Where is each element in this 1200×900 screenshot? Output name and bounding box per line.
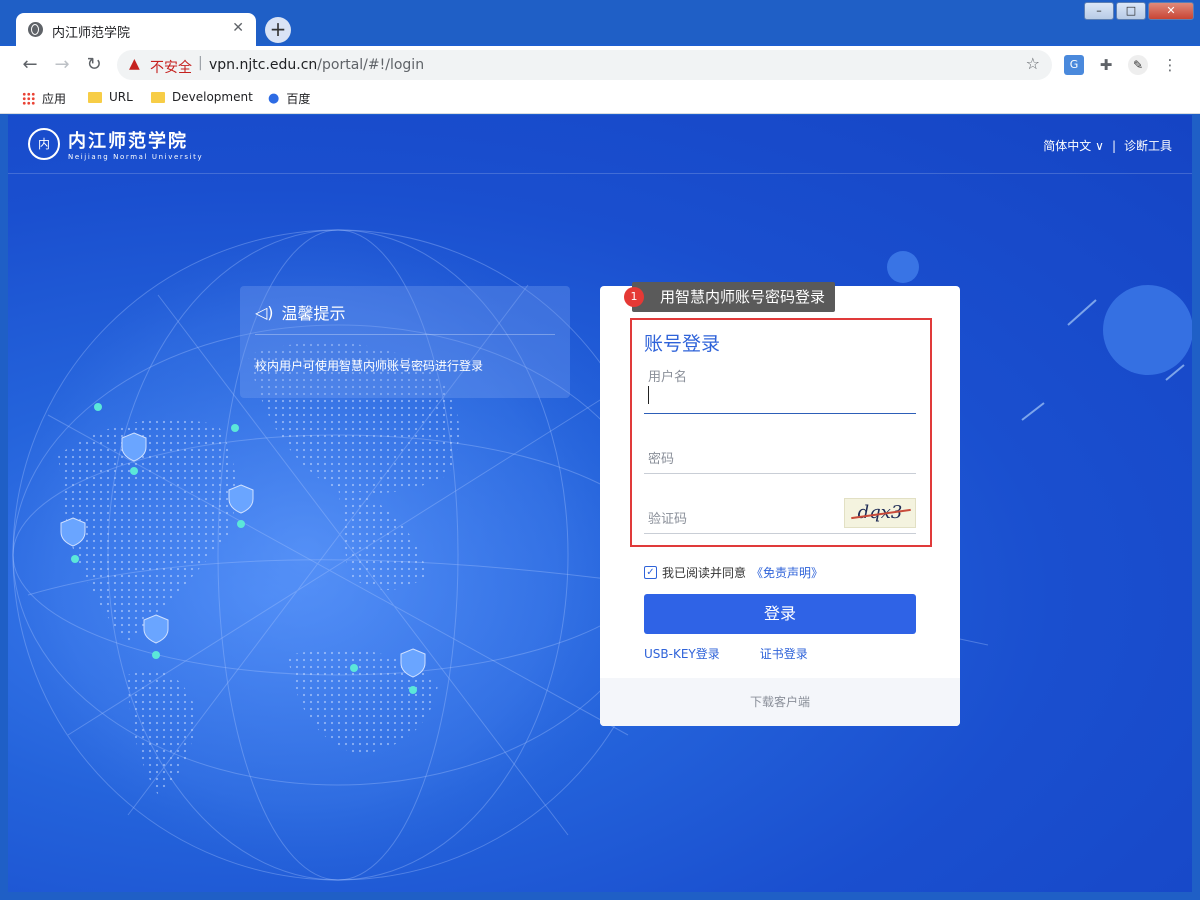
address-bar[interactable]: ▲ 不安全 | vpn.njtc.edu.cn/portal/#!/login … [117, 50, 1052, 80]
new-tab-button[interactable]: + [265, 17, 291, 43]
menu-icon[interactable]: ⋮ [1160, 55, 1180, 75]
agreement-row: ✓ 我已阅读并同意 《免责声明》 [644, 564, 823, 581]
window-controls: – □ ✕ [1084, 2, 1194, 20]
globe-icon [28, 22, 43, 37]
username-label: 用户名 [648, 370, 688, 385]
password-field[interactable]: 密码 [644, 436, 916, 474]
header-divider: | [1111, 138, 1116, 153]
tab-title: 内江师范学院 [52, 26, 131, 41]
translate-icon[interactable]: G [1064, 55, 1084, 75]
tips-header: ◁) 温馨提示 [255, 300, 346, 324]
url-path: /portal/#!/login [317, 57, 425, 73]
bookmark-url[interactable]: URL [88, 90, 133, 104]
password-placeholder: 密码 [648, 452, 675, 467]
forward-icon[interactable]: → [51, 54, 73, 76]
speaker-icon: ◁) [255, 302, 274, 322]
window-frame-bottom [0, 892, 1200, 900]
warning-icon[interactable]: ▲ [129, 56, 140, 72]
diagnose-link[interactable]: 诊断工具 [1124, 137, 1172, 154]
page-header: 内 内江师范学院 Neijiang Normal University 简体中文… [8, 115, 1192, 174]
bookmarks-bar: 应用 URL Development ● 百度 [0, 84, 1200, 114]
bookmark-label: Development [172, 90, 253, 104]
callout-badge: 1 [624, 287, 644, 307]
browser-toolbar: ← → ↻ ▲ 不安全 | vpn.njtc.edu.cn/portal/#!/… [0, 46, 1200, 84]
certificate-login-link[interactable]: 证书登录 [760, 645, 808, 662]
logo-text: 内江师范学院 Neijiang Normal University [68, 127, 203, 161]
folder-icon [151, 91, 165, 103]
university-subtitle: Neijiang Normal University [68, 153, 204, 161]
tips-title: 温馨提示 [281, 304, 346, 323]
back-icon[interactable]: ← [19, 54, 41, 76]
tab-close-icon[interactable]: ✕ [232, 20, 244, 36]
login-page: 内 内江师范学院 Neijiang Normal University 简体中文… [8, 115, 1192, 892]
url-domain: vpn.njtc.edu.cn [209, 57, 318, 73]
language-select[interactable]: 简体中文 ∨ [1043, 137, 1104, 154]
maximize-button[interactable]: □ [1116, 2, 1146, 20]
window-frame-right [1192, 114, 1200, 900]
login-button[interactable]: 登录 [644, 594, 916, 634]
captcha-image[interactable]: dqx3 [844, 498, 916, 528]
tips-divider [255, 334, 555, 335]
seal-icon: 内 [28, 128, 60, 160]
alternate-login-links: USB-KEY登录 证书登录 [644, 645, 808, 662]
star-icon[interactable]: ☆ [1026, 54, 1040, 73]
login-title: 账号登录 [644, 333, 721, 355]
university-name: 内江师范学院 [68, 131, 188, 152]
extensions-icon[interactable]: ✚ [1096, 55, 1116, 75]
text-caret [648, 386, 649, 404]
university-logo: 内 内江师范学院 Neijiang Normal University [28, 127, 203, 161]
security-label[interactable]: 不安全 [150, 57, 192, 77]
address-separator: | [198, 55, 203, 71]
tips-body: 校内用户可使用智慧内师账号密码进行登录 [255, 359, 484, 373]
download-client-link[interactable]: 下载客户端 [600, 678, 960, 726]
baidu-paw-icon: ● [268, 91, 280, 106]
agree-checkbox[interactable]: ✓ [644, 566, 657, 579]
login-card: 账号登录 用户名 密码 验证码 dqx3 ✓ 我已阅读并同意 《免责声明》 登录… [600, 286, 960, 726]
reload-icon[interactable]: ↻ [83, 54, 105, 76]
minimize-button[interactable]: – [1084, 2, 1114, 20]
browser-tab[interactable]: 内江师范学院 ✕ [16, 13, 256, 46]
bookmark-label: 百度 [286, 92, 311, 106]
browser-title-bar: 内江师范学院 ✕ + – □ ✕ [0, 0, 1200, 46]
username-field[interactable]: 用户名 [644, 364, 916, 414]
header-links: 简体中文 ∨ | 诊断工具 [1043, 137, 1172, 154]
url-text[interactable]: vpn.njtc.edu.cn/portal/#!/login [209, 57, 424, 73]
bookmark-baidu[interactable]: ● 百度 [268, 90, 310, 107]
folder-icon [88, 91, 102, 103]
profile-avatar[interactable]: ✎ [1128, 55, 1148, 75]
language-label: 简体中文 [1043, 139, 1092, 153]
captcha-field[interactable]: 验证码 dqx3 [644, 496, 916, 534]
disclaimer-link[interactable]: 《免责声明》 [751, 564, 823, 581]
bookmark-label: URL [109, 90, 133, 104]
tips-card: ◁) 温馨提示 校内用户可使用智慧内师账号密码进行登录 [240, 286, 570, 398]
usb-key-login-link[interactable]: USB-KEY登录 [644, 645, 720, 662]
bookmark-label: 应用 [42, 92, 67, 106]
bookmark-development[interactable]: Development [151, 90, 253, 104]
annotation-callout: 1 用智慧内师账号密码登录 [624, 282, 836, 312]
chevron-down-icon: ∨ [1095, 139, 1104, 153]
agree-text: 我已阅读并同意 [662, 566, 747, 580]
bookmark-apps[interactable]: 应用 [22, 90, 66, 107]
window-close-button[interactable]: ✕ [1148, 2, 1194, 20]
callout-text: 用智慧内师账号密码登录 [660, 288, 826, 306]
apps-grid-icon [22, 92, 35, 105]
window-frame-left [0, 114, 8, 900]
captcha-placeholder: 验证码 [648, 512, 688, 527]
